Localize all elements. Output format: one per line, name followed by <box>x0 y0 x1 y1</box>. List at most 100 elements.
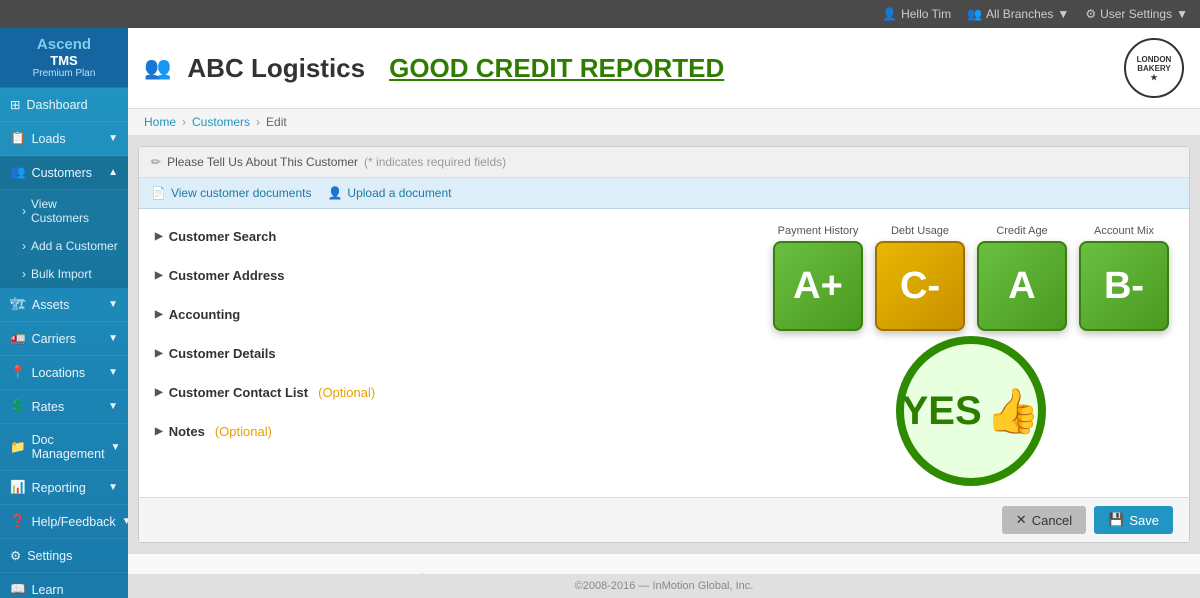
customers-icon: 👥 <box>10 165 26 180</box>
section-header-accounting[interactable]: ▶ Accounting <box>155 303 737 326</box>
section-label: Customer Address <box>169 268 285 283</box>
dashboard-icon: ⊞ <box>10 97 20 112</box>
sidebar-item-help[interactable]: ❓ Help/Feedback ▼ <box>0 505 128 539</box>
user-greeting[interactable]: 👤 Hello Tim <box>882 7 951 21</box>
chevron-down-icon: ▼ <box>111 442 121 453</box>
add-customer-label: Add a Customer <box>31 239 118 253</box>
section-label: Customer Details <box>169 346 276 361</box>
breadcrumb-sep2: › <box>256 115 260 129</box>
form-card: ✏ Please Tell Us About This Customer (* … <box>138 146 1190 543</box>
grade-card-a: A <box>977 241 1067 331</box>
sidebar-item-add-customer[interactable]: › Add a Customer <box>0 232 128 260</box>
sidebar-item-reporting[interactable]: 📊 Reporting ▼ <box>0 471 128 505</box>
arrow-icon: › <box>22 267 26 281</box>
section-accounting: ▶ Accounting <box>139 295 753 334</box>
logo-tms: TMS <box>8 53 120 68</box>
loads-icon: 📋 <box>10 131 26 146</box>
section-header-customer-contact[interactable]: ▶ Customer Contact List (Optional) <box>155 381 737 404</box>
breadcrumb-customers[interactable]: Customers <box>192 115 250 129</box>
breadcrumb: Home › Customers › Edit <box>128 109 1200 136</box>
grade-label: Payment History <box>778 225 859 237</box>
top-bar: 👤 Hello Tim 👥 All Branches ▼ ⚙ User Sett… <box>0 0 1200 28</box>
sidebar-item-settings[interactable]: ⚙ Settings <box>0 539 128 573</box>
section-customer-details: ▶ Customer Details <box>139 334 753 373</box>
branch-selector[interactable]: 👥 All Branches ▼ <box>967 7 1069 21</box>
form-sections: ▶ Customer Search ▶ Customer Address <box>139 209 753 497</box>
section-header-notes[interactable]: ▶ Notes (Optional) <box>155 420 737 443</box>
upload-icon: 👤 <box>327 186 342 200</box>
section-header-customer-search[interactable]: ▶ Customer Search <box>155 225 737 248</box>
logo-ascend: Ascend <box>8 36 120 53</box>
page-footer: ©2008-2016 — InMotion Global, Inc. <box>128 574 1200 598</box>
sidebar-item-customers[interactable]: 👥 Customers ▲ <box>0 156 128 190</box>
sidebar-item-label: Carriers <box>32 332 76 346</box>
save-button[interactable]: 💾 Save <box>1094 506 1173 534</box>
upload-document-label: Upload a document <box>347 186 451 200</box>
breadcrumb-current: Edit <box>266 115 287 129</box>
chevron-down-icon: ▼ <box>108 401 118 412</box>
section-header-customer-address[interactable]: ▶ Customer Address <box>155 264 737 287</box>
user-icon: 👤 <box>882 7 897 21</box>
credit-grades: Payment History A+ Debt Usage C- Credit … <box>773 225 1169 331</box>
sidebar-logo: Ascend TMS Premium Plan <box>0 28 128 88</box>
triangle-icon: ▶ <box>155 309 163 320</box>
arrow-icon: › <box>22 204 26 218</box>
content-area: 👥 ABC Logistics GOOD CREDIT REPORTED LON… <box>128 28 1200 598</box>
doc-view-icon: 📄 <box>151 186 166 200</box>
sidebar-item-label: Customers <box>32 166 92 180</box>
sidebar-item-bulk-import[interactable]: › Bulk Import <box>0 260 128 288</box>
save-label: Save <box>1129 513 1159 528</box>
credit-panel: Payment History A+ Debt Usage C- Credit … <box>753 209 1189 497</box>
view-documents-button[interactable]: 📄 View customer documents <box>151 186 311 200</box>
section-customer-search: ▶ Customer Search <box>139 217 753 256</box>
chevron-up-icon: ▲ <box>108 167 118 178</box>
section-label: Notes <box>169 424 205 439</box>
section-label: Accounting <box>169 307 241 322</box>
sidebar-item-label: Assets <box>32 298 70 312</box>
company-icon: 👥 <box>144 55 171 81</box>
triangle-icon: ▶ <box>155 387 163 398</box>
sidebar-item-locations[interactable]: 📍 Locations ▼ <box>0 356 128 390</box>
sidebar-item-assets[interactable]: 🏗 Assets ▼ <box>0 288 128 322</box>
section-label: Customer Search <box>169 229 277 244</box>
cancel-button[interactable]: ✕ Cancel <box>1002 506 1086 534</box>
sidebar-item-label: Loads <box>32 132 66 146</box>
sidebar-item-loads[interactable]: 📋 Loads ▼ <box>0 122 128 156</box>
sidebar-item-doc-management[interactable]: 📁 Doc Management ▼ <box>0 424 128 471</box>
sidebar: Ascend TMS Premium Plan ⊞ Dashboard 📋 Lo… <box>0 28 128 598</box>
yes-circle: YES 👍 <box>896 336 1046 486</box>
breadcrumb-home[interactable]: Home <box>144 115 176 129</box>
footer-text: ©2008-2016 — InMotion Global, Inc. <box>575 580 754 592</box>
form-footer: ✕ Cancel 💾 Save <box>139 497 1189 542</box>
upload-document-button[interactable]: 👤 Upload a document <box>327 186 451 200</box>
form-card-header: ✏ Please Tell Us About This Customer (* … <box>139 147 1189 178</box>
chevron-down-icon: ▼ <box>108 482 118 493</box>
sidebar-item-learn[interactable]: 📖 Learn <box>0 573 128 598</box>
sidebar-item-rates[interactable]: 💲 Rates ▼ <box>0 390 128 424</box>
sidebar-item-carriers[interactable]: 🚛 Carriers ▼ <box>0 322 128 356</box>
sidebar-item-label: Reporting <box>32 481 86 495</box>
grade-label: Credit Age <box>996 225 1047 237</box>
page-header: 👥 ABC Logistics GOOD CREDIT REPORTED LON… <box>128 28 1200 109</box>
section-label: Customer Contact List <box>169 385 308 400</box>
triangle-icon: ▶ <box>155 348 163 359</box>
grade-debt-usage: Debt Usage C- <box>875 225 965 331</box>
yes-text: YES <box>902 389 982 434</box>
grade-card-b-minus: B- <box>1079 241 1169 331</box>
sidebar-item-dashboard[interactable]: ⊞ Dashboard <box>0 88 128 122</box>
optional-label: (Optional) <box>215 424 272 439</box>
view-customers-label: View Customers <box>31 197 118 225</box>
cancel-label: Cancel <box>1032 513 1072 528</box>
logo-plan: Premium Plan <box>8 68 120 79</box>
section-header-customer-details[interactable]: ▶ Customer Details <box>155 342 737 365</box>
section-customer-contact: ▶ Customer Contact List (Optional) <box>139 373 753 412</box>
chevron-down-icon: ▼ <box>108 133 118 144</box>
doc-icon: 📁 <box>10 440 26 455</box>
thumbs-up-icon: 👍 <box>986 385 1041 437</box>
section-customer-address: ▶ Customer Address <box>139 256 753 295</box>
settings-selector[interactable]: ⚙ User Settings ▼ <box>1085 7 1188 21</box>
assets-icon: 🏗 <box>10 297 26 312</box>
sidebar-item-view-customers[interactable]: › View Customers <box>0 190 128 232</box>
grade-payment-history: Payment History A+ <box>773 225 863 331</box>
section-notes: ▶ Notes (Optional) <box>139 412 753 451</box>
